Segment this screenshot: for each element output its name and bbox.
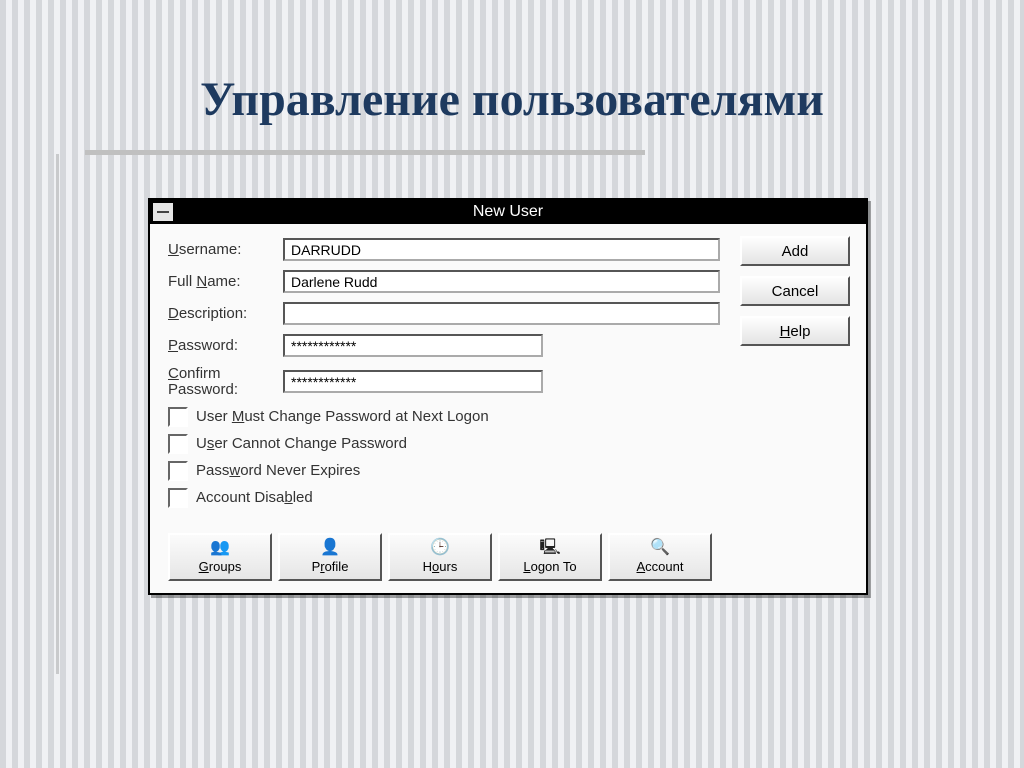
profile-button[interactable]: 👤 Profile [278, 533, 382, 581]
input-fullname[interactable] [283, 270, 720, 293]
input-confirm-password[interactable] [283, 370, 543, 393]
slide-background: Управление пользователями New User Usern… [0, 0, 1024, 768]
cancel-button[interactable]: Cancel [740, 276, 850, 306]
add-button[interactable]: Add [740, 236, 850, 266]
input-username[interactable] [283, 238, 720, 261]
checkbox-icon [168, 434, 188, 454]
label-username: Username: [168, 241, 283, 258]
clock-icon: 🕒 [430, 540, 450, 556]
check-cannot-change[interactable]: User Cannot Change Password [168, 434, 720, 454]
bottom-toolbar: 👥 Groups 👤 Profile 🕒 Hours 🖳 Logon To 🔍 … [150, 525, 866, 593]
help-button[interactable]: Help [740, 316, 850, 346]
row-fullname: Full Name: [168, 270, 720, 293]
button-column: Add Cancel Help [740, 236, 850, 515]
slide-title: Управление пользователями [0, 72, 1024, 127]
checkbox-icon [168, 488, 188, 508]
checkbox-icon [168, 461, 188, 481]
groups-button[interactable]: 👥 Groups [168, 533, 272, 581]
system-menu-icon[interactable] [152, 202, 174, 222]
label-description: Description: [168, 305, 283, 322]
profile-icon: 👤 [320, 540, 340, 556]
row-username: Username: [168, 238, 720, 261]
form-column: Username: Full Name: Description: Passwo… [168, 238, 720, 515]
logon-to-button[interactable]: 🖳 Logon To [498, 533, 602, 581]
new-user-dialog: New User Username: Full Name: Descriptio… [148, 198, 868, 595]
dialog-title: New User [473, 203, 543, 220]
groups-icon: 👥 [210, 540, 230, 556]
input-description[interactable] [283, 302, 720, 325]
dialog-body: Username: Full Name: Description: Passwo… [150, 224, 866, 525]
row-password: Password: [168, 334, 720, 357]
input-password[interactable] [283, 334, 543, 357]
account-icon: 🔍 [650, 540, 670, 556]
label-confirm-password: ConfirmPassword: [168, 366, 283, 398]
row-description: Description: [168, 302, 720, 325]
check-never-expires[interactable]: Password Never Expires [168, 461, 720, 481]
account-button[interactable]: 🔍 Account [608, 533, 712, 581]
dialog-titlebar: New User [150, 200, 866, 224]
label-password: Password: [168, 337, 283, 354]
checkbox-group: User Must Change Password at Next Logon … [168, 407, 720, 508]
decorative-vertical-line [56, 154, 59, 674]
label-fullname: Full Name: [168, 273, 283, 290]
checkbox-icon [168, 407, 188, 427]
check-must-change[interactable]: User Must Change Password at Next Logon [168, 407, 720, 427]
hours-button[interactable]: 🕒 Hours [388, 533, 492, 581]
check-account-disabled[interactable]: Account Disabled [168, 488, 720, 508]
title-underline [85, 150, 645, 155]
logon-to-icon: 🖳 [539, 540, 560, 556]
row-confirm-password: ConfirmPassword: [168, 366, 720, 398]
